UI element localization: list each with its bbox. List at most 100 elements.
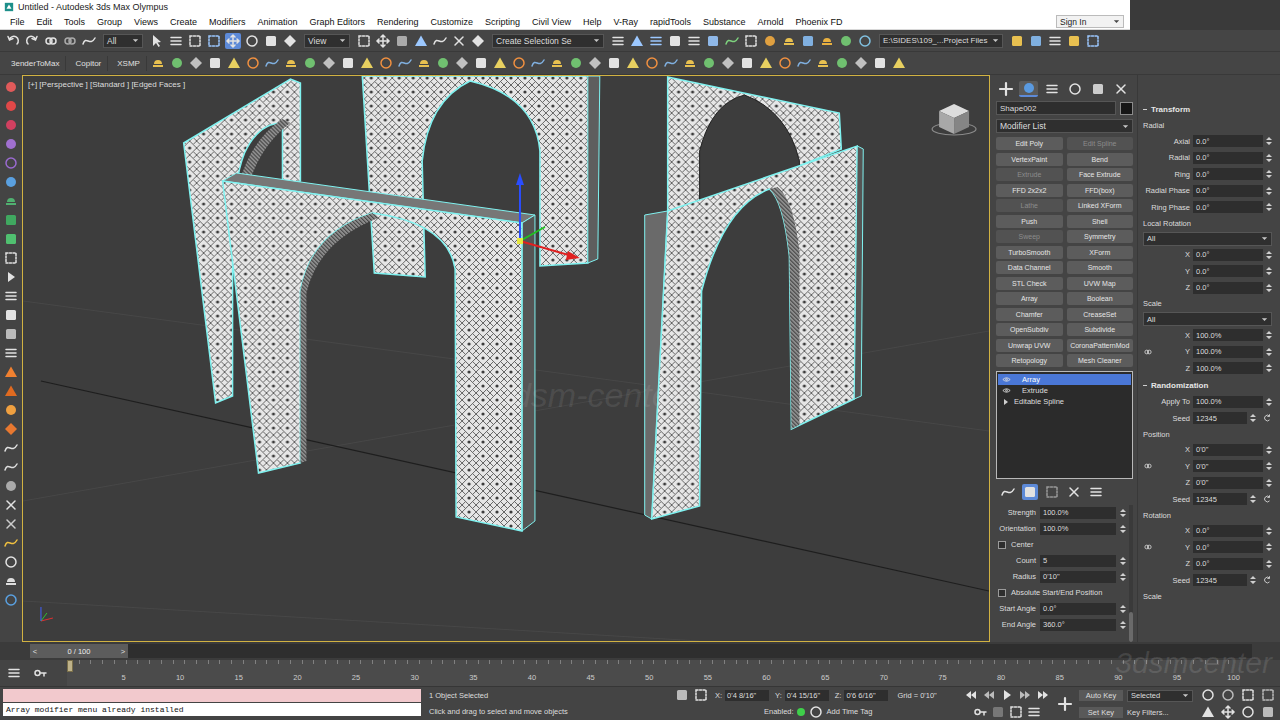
spinner-input[interactable]: 0.0° bbox=[1193, 282, 1263, 294]
filter-icon[interactable] bbox=[1026, 704, 1042, 720]
spinner-arrows-icon[interactable] bbox=[1266, 266, 1272, 276]
time-slider[interactable]: <0 / 100> bbox=[30, 644, 128, 658]
schematic-view-icon[interactable] bbox=[743, 33, 759, 49]
modifier-button[interactable]: Bend bbox=[1067, 153, 1134, 166]
panel-scrollbar[interactable] bbox=[1129, 505, 1133, 642]
viewcube[interactable] bbox=[932, 104, 976, 135]
modifier-button[interactable]: CreaseSet bbox=[1067, 308, 1134, 321]
spinner-input[interactable]: 12345 bbox=[1193, 574, 1247, 586]
spinner-arrows-icon[interactable] bbox=[1266, 136, 1272, 146]
menu-item[interactable]: Animation bbox=[251, 17, 303, 27]
open-icon[interactable] bbox=[1066, 33, 1082, 49]
modifier-stack-item[interactable]: Editable Spline bbox=[998, 396, 1131, 407]
modifier-list-dropdown[interactable]: Modifier List bbox=[996, 119, 1133, 133]
plugin-tool-icon[interactable] bbox=[720, 55, 736, 71]
render-setup-icon[interactable] bbox=[781, 33, 797, 49]
menu-item[interactable]: rapidTools bbox=[644, 17, 697, 27]
spinner-arrows-icon[interactable] bbox=[1266, 478, 1272, 488]
plugin-tool-icon[interactable] bbox=[150, 55, 166, 71]
spinner-input[interactable]: 0.0° bbox=[1193, 135, 1263, 147]
window-crossing-icon[interactable] bbox=[206, 33, 222, 49]
menu-item[interactable]: Civil View bbox=[526, 17, 577, 27]
next-frame-button[interactable]: > bbox=[118, 647, 128, 656]
spinner-input[interactable]: 0.0° bbox=[1193, 185, 1263, 197]
link-icon[interactable] bbox=[1143, 542, 1153, 552]
configure-sets-icon[interactable] bbox=[1088, 484, 1104, 500]
pivot-icon[interactable] bbox=[356, 33, 372, 49]
spinner-arrows-icon[interactable] bbox=[1120, 604, 1126, 614]
plugin-tool-icon[interactable] bbox=[530, 55, 546, 71]
sign-in-dropdown[interactable]: Sign In bbox=[1056, 15, 1124, 28]
teapot-icon[interactable] bbox=[3, 573, 19, 589]
plugin-tool-icon[interactable] bbox=[454, 55, 470, 71]
modifier-button[interactable]: Symmetry bbox=[1067, 230, 1134, 243]
plugin-tool-icon[interactable] bbox=[226, 55, 242, 71]
rendered-frame-icon[interactable] bbox=[800, 33, 816, 49]
snap-toggle-icon[interactable] bbox=[413, 33, 429, 49]
space-warps-icon[interactable] bbox=[3, 174, 19, 190]
modifier-button[interactable]: Linked XForm bbox=[1067, 199, 1134, 212]
curve-editor-mini-icon[interactable] bbox=[6, 665, 22, 681]
modifier-button[interactable]: Smooth bbox=[1067, 261, 1134, 274]
helpers-icon[interactable] bbox=[3, 155, 19, 171]
move-gizmo[interactable] bbox=[516, 173, 580, 260]
modify-panel-icon[interactable] bbox=[1021, 80, 1037, 96]
plugin-tool-icon[interactable] bbox=[796, 55, 812, 71]
delete-icon[interactable] bbox=[3, 326, 19, 342]
menu-item[interactable]: Graph Editors bbox=[303, 17, 371, 27]
rollout-header[interactable]: Randomization bbox=[1143, 377, 1272, 394]
spinner-input[interactable]: 0.0° bbox=[1193, 249, 1263, 261]
curve-editor-icon[interactable] bbox=[724, 33, 740, 49]
plugin-tool-icon[interactable] bbox=[587, 55, 603, 71]
menu-item[interactable]: Tools bbox=[58, 17, 91, 27]
selection-lock-icon[interactable] bbox=[674, 687, 690, 703]
plugin-tool-icon[interactable] bbox=[549, 55, 565, 71]
spinner-snap-icon[interactable] bbox=[470, 33, 486, 49]
spinner-input[interactable]: 0.0° bbox=[1193, 168, 1263, 180]
project-path-field[interactable]: E:\SIDES\109_...Project Files bbox=[879, 34, 1003, 48]
spinner-arrows-icon[interactable] bbox=[1266, 330, 1272, 340]
eye-icon[interactable] bbox=[1002, 386, 1011, 395]
current-frame-icon[interactable] bbox=[990, 704, 1006, 720]
plugin-tool-icon[interactable] bbox=[264, 55, 280, 71]
listener-input[interactable] bbox=[3, 689, 421, 702]
arch-model[interactable] bbox=[223, 173, 535, 531]
zoom-icon[interactable] bbox=[1200, 687, 1216, 703]
plugin-tool-icon[interactable] bbox=[663, 55, 679, 71]
menu-item[interactable]: V-Ray bbox=[607, 17, 644, 27]
modifier-button[interactable]: TurboSmooth bbox=[996, 246, 1063, 259]
plugin-tool-icon[interactable] bbox=[853, 55, 869, 71]
spinner-arrows-icon[interactable] bbox=[1266, 363, 1272, 373]
zoom-extents-icon[interactable] bbox=[1240, 687, 1256, 703]
modifier-button[interactable]: VertexPaint bbox=[996, 153, 1063, 166]
plugin-tool-icon[interactable] bbox=[492, 55, 508, 71]
plugin-tool-icon[interactable] bbox=[891, 55, 907, 71]
play-icon[interactable] bbox=[3, 269, 19, 285]
spinner-input[interactable]: 100.0% bbox=[1193, 329, 1263, 341]
spinner-arrows-icon[interactable] bbox=[1266, 461, 1272, 471]
key-filters-button[interactable]: Key Filters... bbox=[1127, 708, 1169, 717]
reseed-icon[interactable] bbox=[1262, 413, 1272, 423]
arch-model[interactable] bbox=[645, 146, 864, 519]
spinner-arrows-icon[interactable] bbox=[1266, 445, 1272, 455]
menu-item[interactable]: Modifiers bbox=[203, 17, 252, 27]
shapes-icon[interactable] bbox=[3, 98, 19, 114]
menu-item[interactable]: Help bbox=[577, 17, 608, 27]
frame-ruler[interactable]: 5101520253035404550556065707580859095100 bbox=[67, 660, 1240, 686]
stop-icon[interactable] bbox=[3, 307, 19, 323]
spinner-arrows-icon[interactable] bbox=[1266, 186, 1272, 196]
plugin-tool-icon[interactable] bbox=[245, 55, 261, 71]
tool-icon[interactable] bbox=[3, 497, 19, 513]
menu-item[interactable]: Phoenix FD bbox=[790, 17, 849, 27]
time-slider-track[interactable]: <0 / 100> bbox=[30, 644, 1252, 658]
select-object-icon[interactable] bbox=[149, 33, 165, 49]
project-folder-icon[interactable] bbox=[1009, 33, 1025, 49]
spinner-arrows-icon[interactable] bbox=[1266, 153, 1272, 163]
spinner-arrows-icon[interactable] bbox=[1266, 397, 1272, 407]
create-panel-icon[interactable] bbox=[998, 81, 1014, 97]
key-mini-icon[interactable] bbox=[32, 665, 48, 681]
scale-icon[interactable] bbox=[263, 33, 279, 49]
zoom-all-icon[interactable] bbox=[1220, 687, 1236, 703]
list-icon[interactable] bbox=[3, 345, 19, 361]
plugin-tool-icon[interactable] bbox=[207, 55, 223, 71]
